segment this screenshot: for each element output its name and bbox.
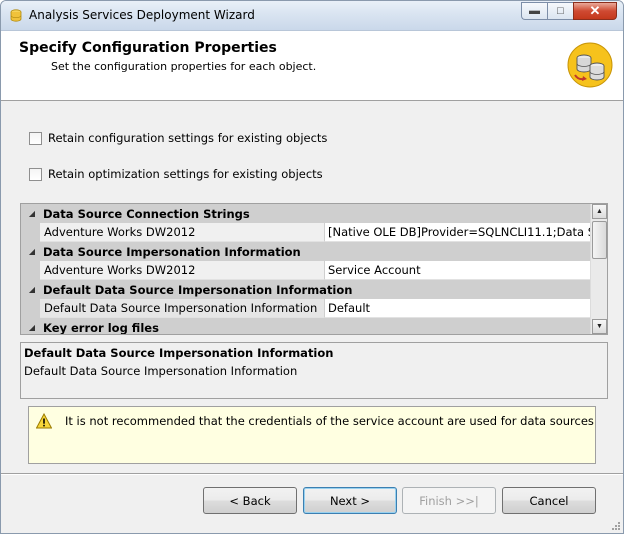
- chevron-up-icon: ▲: [596, 208, 603, 215]
- warning-icon: [36, 413, 52, 429]
- back-button[interactable]: < Back: [203, 487, 297, 514]
- scroll-thumb[interactable]: [592, 221, 607, 259]
- retain-optimization-checkbox[interactable]: [29, 167, 42, 181]
- property-name: Adventure Works DW2012: [40, 261, 325, 280]
- description-text: Default Data Source Impersonation Inform…: [24, 364, 298, 378]
- close-button[interactable]: ✕: [573, 2, 617, 20]
- resize-grip-icon[interactable]: [609, 519, 621, 531]
- close-icon: ✕: [589, 3, 601, 18]
- category-impersonation[interactable]: ◢ Data Source Impersonation Information: [21, 242, 591, 261]
- cancel-button[interactable]: Cancel: [502, 487, 596, 514]
- retain-config-label: Retain configuration settings for existi…: [48, 131, 328, 145]
- property-grid[interactable]: ◢ Data Source Connection Strings Adventu…: [20, 203, 608, 335]
- window-controls: ▬ □ ✕: [521, 2, 617, 22]
- retain-optimization-option[interactable]: Retain optimization settings for existin…: [29, 167, 323, 181]
- property-name: Default Data Source Impersonation Inform…: [40, 299, 325, 318]
- property-row[interactable]: Adventure Works DW2012 Service Account: [21, 261, 591, 280]
- maximize-button[interactable]: □: [547, 2, 573, 20]
- warning-text: It is not recommended that the credentia…: [65, 414, 594, 428]
- retain-config-option[interactable]: Retain configuration settings for existi…: [29, 131, 327, 145]
- chevron-down-icon: ▼: [596, 323, 603, 330]
- grid-scrollbar[interactable]: ▲ ▼: [590, 204, 607, 334]
- property-row[interactable]: Adventure Works DW2012 [Native OLE DB]Pr…: [21, 223, 591, 242]
- property-value[interactable]: Service Account: [325, 261, 591, 280]
- collapse-icon[interactable]: ◢: [21, 209, 43, 218]
- category-default-impersonation[interactable]: ◢ Default Data Source Impersonation Info…: [21, 280, 591, 299]
- next-button[interactable]: Next >: [303, 487, 397, 514]
- property-row-selected[interactable]: Default Data Source Impersonation Inform…: [21, 299, 591, 318]
- window-title: Analysis Services Deployment Wizard: [29, 8, 255, 22]
- property-name: Adventure Works DW2012: [40, 223, 325, 242]
- category-connection-strings[interactable]: ◢ Data Source Connection Strings: [21, 204, 591, 223]
- collapse-icon[interactable]: ◢: [21, 323, 43, 332]
- wizard-header: Specify Configuration Properties Set the…: [1, 31, 623, 101]
- category-label: Data Source Impersonation Information: [43, 244, 301, 259]
- minimize-icon: ▬: [529, 5, 540, 17]
- category-label: Default Data Source Impersonation Inform…: [43, 282, 353, 297]
- description-title: Default Data Source Impersonation Inform…: [24, 346, 334, 360]
- divider: [1, 473, 623, 475]
- category-key-error-log[interactable]: ◢ Key error log files: [21, 318, 591, 335]
- retain-config-checkbox[interactable]: [29, 131, 42, 145]
- page-subtitle: Set the configuration properties for eac…: [51, 60, 317, 73]
- wizard-window: Analysis Services Deployment Wizard ▬ □ …: [0, 0, 624, 534]
- collapse-icon[interactable]: ◢: [21, 285, 43, 294]
- page-title: Specify Configuration Properties: [19, 40, 277, 56]
- collapse-icon[interactable]: ◢: [21, 247, 43, 256]
- category-label: Key error log files: [43, 320, 159, 335]
- scroll-down-button[interactable]: ▼: [592, 319, 607, 334]
- category-label: Data Source Connection Strings: [43, 206, 250, 221]
- minimize-button[interactable]: ▬: [521, 2, 547, 20]
- maximize-icon: □: [557, 5, 564, 17]
- database-deploy-icon: [567, 42, 613, 88]
- retain-optimization-label: Retain optimization settings for existin…: [48, 167, 323, 181]
- description-panel: Default Data Source Impersonation Inform…: [20, 342, 608, 399]
- finish-button[interactable]: Finish >>|: [402, 487, 496, 514]
- property-value[interactable]: [Native OLE DB]Provider=SQLNCLI11.1;Data…: [325, 223, 591, 242]
- scroll-up-button[interactable]: ▲: [592, 204, 607, 219]
- app-icon: [10, 9, 22, 22]
- property-value[interactable]: Default: [325, 299, 591, 318]
- warning-panel: It is not recommended that the credentia…: [28, 406, 596, 464]
- title-bar[interactable]: Analysis Services Deployment Wizard ▬ □ …: [1, 1, 623, 31]
